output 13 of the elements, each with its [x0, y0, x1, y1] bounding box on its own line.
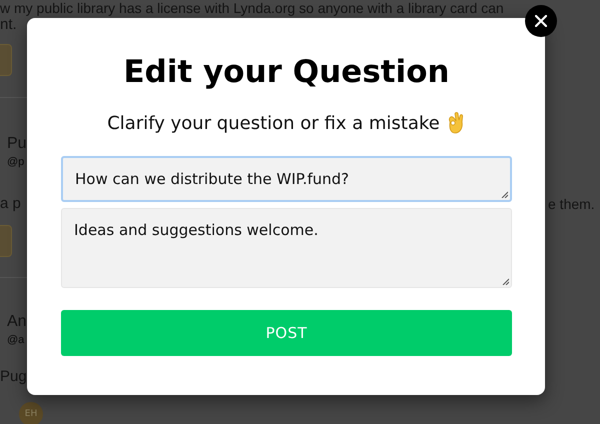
close-icon[interactable]	[535, 15, 547, 27]
dialog-title: Edit your Question	[124, 53, 450, 92]
resize-handle-icon[interactable]	[502, 278, 509, 285]
close-button[interactable]	[525, 5, 557, 37]
thumbnail	[0, 44, 12, 76]
avatar: EH	[19, 402, 43, 424]
thumbnail	[0, 225, 12, 257]
input-field[interactable]: How can we distribute the WIP.fund?	[61, 156, 512, 202]
input-field[interactable]: Ideas and suggestions welcome.	[61, 208, 512, 288]
author-handle: @a	[7, 334, 24, 346]
resize-handle-icon[interactable]	[501, 191, 508, 198]
dialog-subtitle: Clarify your question or fix a mistake	[107, 112, 440, 134]
author-handle: @p	[7, 156, 24, 168]
